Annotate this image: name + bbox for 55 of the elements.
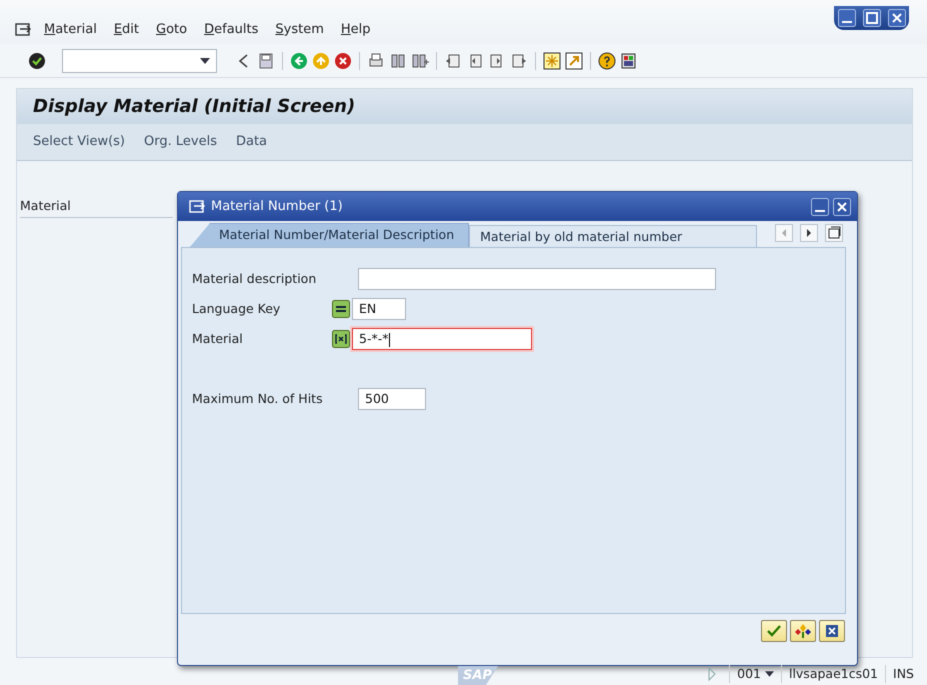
minimize-icon[interactable] [838, 9, 856, 27]
command-field[interactable] [62, 48, 217, 72]
cancel-button[interactable] [819, 620, 845, 642]
shortcut-icon[interactable] [565, 52, 583, 70]
enter-icon[interactable] [28, 52, 46, 70]
toolbar-button[interactable]: Data [236, 132, 268, 152]
scroll-right-icon[interactable] [800, 224, 818, 242]
menu-item[interactable]: System [275, 20, 324, 40]
dropdown-icon[interactable] [200, 58, 210, 64]
first-page-icon[interactable] [444, 52, 462, 70]
cancel-icon[interactable] [334, 52, 352, 70]
find-icon[interactable] [389, 52, 407, 70]
field-label: Maximum No. of Hits [192, 390, 324, 408]
tab-list-icon[interactable] [825, 224, 843, 242]
toolbar-button[interactable]: Org. Levels [144, 132, 217, 152]
toolbar-button[interactable]: Select View(s) [33, 132, 126, 152]
layout-icon[interactable] [620, 52, 638, 70]
find-next-icon[interactable] [411, 52, 429, 70]
client-field[interactable]: 001 [729, 664, 781, 684]
save-icon[interactable] [257, 52, 275, 70]
maximize-icon[interactable] [862, 9, 880, 27]
options-button[interactable] [790, 620, 816, 642]
confirm-button[interactable] [761, 620, 787, 642]
field-label: Language Key [192, 300, 282, 318]
close-icon[interactable] [888, 9, 906, 27]
new-session-icon[interactable] [543, 52, 561, 70]
equals-button[interactable] [332, 300, 350, 318]
input-field[interactable] [358, 268, 716, 290]
field-label: Material description [192, 270, 318, 288]
menu-item[interactable]: Goto [156, 20, 188, 40]
dialog-title: Material Number (1) [211, 198, 344, 216]
tab[interactable]: Material Number/Material Description [190, 223, 470, 247]
input-mode: INS [885, 664, 921, 684]
input-field[interactable]: 5-*-* [352, 328, 532, 350]
menu-item[interactable]: Help [340, 20, 371, 40]
last-page-icon[interactable] [510, 52, 528, 70]
server-name: llvsapae1cs01 [780, 664, 886, 684]
print-icon[interactable] [367, 52, 385, 70]
menu-item[interactable]: Edit [114, 20, 140, 40]
menu-item[interactable]: Defaults [204, 20, 258, 40]
sap-logo: SAP [458, 666, 498, 685]
menu-icon[interactable] [188, 198, 206, 216]
menu-item[interactable]: Material [44, 20, 97, 40]
screen-title: Display Material (Initial Screen) [17, 89, 912, 124]
dropdown-icon[interactable] [764, 671, 774, 678]
close-icon[interactable] [833, 198, 851, 216]
minimize-icon[interactable] [811, 198, 829, 216]
tab[interactable]: Material by old material number [469, 225, 758, 247]
pattern-button[interactable] [332, 330, 350, 348]
field-label: Material [192, 330, 244, 348]
options-icon [794, 622, 812, 640]
input-field[interactable]: 500 [358, 388, 426, 410]
input-field[interactable]: EN [352, 298, 406, 320]
help-icon[interactable] [598, 52, 616, 70]
field-label: Material [20, 197, 173, 218]
